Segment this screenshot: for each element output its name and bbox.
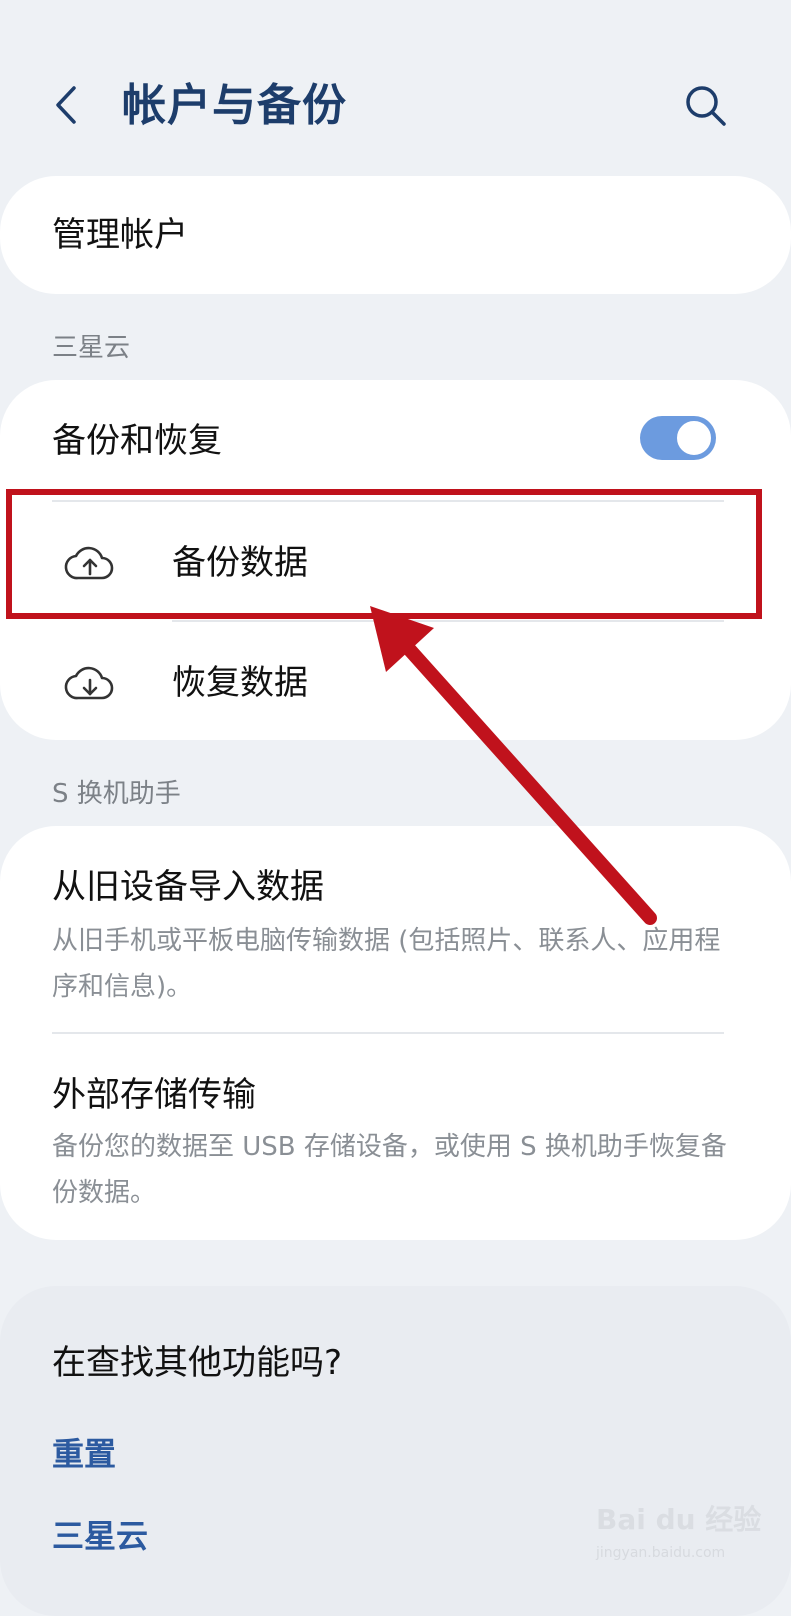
divider [52, 500, 724, 502]
chevron-left-icon [56, 86, 76, 124]
baidu-watermark: Bai du 经验 jingyan.baidu.com [596, 1480, 766, 1590]
divider [52, 1032, 724, 1034]
external-storage-transfer-title[interactable]: 外部存储传输 [52, 1072, 256, 1118]
import-from-old-device-title[interactable]: 从旧设备导入数据 [52, 864, 324, 910]
cloud-download-icon [64, 662, 116, 706]
restore-data-label[interactable]: 恢复数据 [172, 660, 308, 706]
manage-accounts-label: 管理帐户 [52, 215, 188, 255]
import-from-old-device-desc: 从旧手机或平板电脑传输数据 (包括照片、联系人、应用程序和信息)。 [52, 926, 721, 1002]
back-button[interactable] [44, 80, 94, 130]
external-storage-transfer-desc: 备份您的数据至 USB 存储设备，或使用 S 换机助手恢复备份数据。 [52, 1132, 727, 1208]
link-reset[interactable]: 重置 [52, 1432, 116, 1476]
manage-accounts-card[interactable]: 管理帐户 [0, 176, 791, 294]
cloud-upload-icon [64, 542, 116, 586]
divider [172, 620, 724, 622]
backup-data-label[interactable]: 备份数据 [172, 540, 308, 586]
looking-for-other-title: 在查找其他功能吗? [52, 1343, 343, 1383]
link-samsung-cloud[interactable]: 三星云 [52, 1514, 148, 1558]
smart-switch-card: 从旧设备导入数据 从旧手机或平板电脑传输数据 (包括照片、联系人、应用程序和信息… [0, 826, 791, 1240]
watermark-url: jingyan.baidu.com [596, 1545, 726, 1561]
watermark-logo: Bai du 经验 [596, 1503, 762, 1536]
backup-restore-toggle[interactable] [640, 416, 716, 460]
section-label-smart-switch: S 换机助手 [52, 779, 181, 809]
section-label-samsung-cloud: 三星云 [52, 333, 131, 363]
search-button[interactable] [680, 80, 732, 132]
backup-restore-label[interactable]: 备份和恢复 [52, 418, 222, 464]
page-title: 帐户与备份 [122, 80, 347, 131]
search-icon [686, 86, 726, 126]
toggle-knob [675, 419, 713, 457]
